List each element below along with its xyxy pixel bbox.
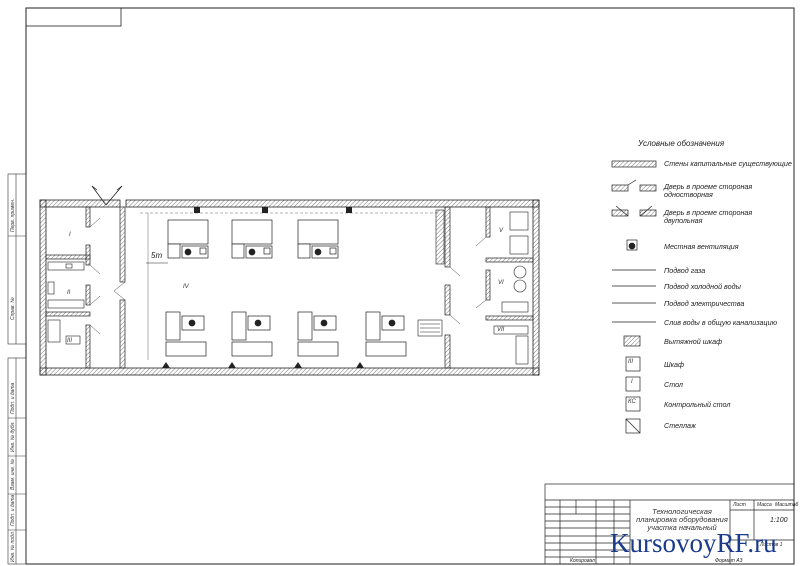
double-door-icon (611, 205, 657, 217)
room-label-3: III (67, 338, 73, 344)
side-label-2: Справ. № (10, 297, 16, 320)
side-label-4: Инв. № дубл. (10, 421, 16, 452)
side-label-1: Перв. примен. (10, 198, 16, 232)
legend-label-drain: Слив воды в общую канализацию (664, 318, 777, 327)
tb-sheet-label: Лист (733, 502, 746, 508)
exterior-walls (39, 199, 540, 376)
legend-icons (611, 160, 657, 434)
legend-label-electric: Подвод электричества (664, 299, 745, 308)
room-label-1: I (69, 232, 71, 238)
legend-label-water: Подвод холодной воды (664, 282, 741, 291)
side-label-7: Инв. № подл. (10, 530, 16, 562)
legend-label-cabinet: Шкаф (664, 360, 685, 369)
partitions (45, 206, 534, 369)
legend-title: Условные обозначения (638, 139, 725, 148)
tb-scale-value: 1:100 (770, 517, 788, 524)
legend-label-shelving: Стеллаж (664, 421, 696, 430)
door-swings (89, 217, 487, 335)
shelving-icon (625, 418, 641, 434)
side-label-6: Подп. и дата (10, 494, 16, 526)
watermark-logo: KursovoyRF.ru (610, 528, 777, 559)
workstations-top (167, 219, 339, 259)
door-opening-icon (611, 179, 657, 192)
local-ventilation-icon (626, 239, 638, 251)
wall-hatch-icon (611, 160, 657, 168)
tb-copied-label: Копировал (570, 558, 595, 564)
legend-label-exhaust: Вытяжной шкаф (664, 337, 723, 346)
workstations-bottom (165, 311, 407, 357)
legend-label-control-table: Контрольный стол (664, 400, 731, 409)
left-rooms-fixtures (47, 261, 85, 345)
side-label-3: Подп. и дата (10, 382, 16, 414)
room-label-5: V (499, 228, 504, 234)
side-label-5: Взам. инв. № (10, 459, 16, 490)
watermark-suffix: RF.ru (716, 528, 777, 558)
watermark-text: Kursovoy (610, 528, 717, 558)
legend-label-walls: Стены капитальные существующие (664, 159, 792, 168)
legend-label-ventilation: Местная вентиляция (664, 242, 739, 251)
tb-mass-label: Масса (757, 502, 772, 508)
exhaust-cabinet-icon (623, 335, 641, 347)
right-rooms-fixtures (417, 209, 529, 365)
dimension-label: 5m (151, 251, 163, 260)
table-icon (625, 376, 641, 392)
legend-label-single-door: Дверь в проеме стороная одностворная (664, 182, 753, 199)
room-label-7: VII (497, 327, 505, 333)
floor-plan (39, 185, 540, 376)
legend-label-gas: Подвод газа (664, 266, 706, 275)
legend-label-double-door: Дверь в проеме стороная двупольная (664, 208, 753, 225)
legend-code-table: I (631, 379, 633, 385)
room-label-4: IV (183, 284, 189, 290)
room-label-6: VI (498, 280, 504, 286)
legend-code-cabinet: III (628, 359, 634, 365)
legend-label-table: Стол (664, 380, 683, 389)
legend-code-control: КС (628, 399, 636, 405)
room-label-2: II (67, 290, 71, 296)
tb-scale-label: Масштаб (775, 502, 799, 508)
